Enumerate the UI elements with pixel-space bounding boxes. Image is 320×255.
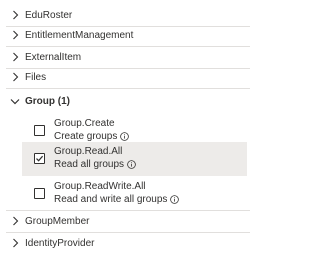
group-label: Group (1) <box>25 95 70 107</box>
info-icon[interactable] <box>120 132 130 141</box>
permission-description-wrap: Read and write all groups <box>54 194 180 205</box>
permission-description-wrap: Read all groups <box>54 159 136 170</box>
permission-checkbox[interactable] <box>34 188 45 199</box>
group-label: IdentityProvider <box>25 237 95 249</box>
chevron-right-icon <box>10 29 20 41</box>
permission-name: Group.ReadWrite.All <box>54 181 146 192</box>
permission-name: Group.Read.All <box>54 146 123 157</box>
permission-description: Create groups <box>54 131 118 142</box>
group-label: GroupMember <box>25 215 90 227</box>
permission-row-group-readwrite-all[interactable]: Group.ReadWrite.All Read and write all g… <box>22 177 247 211</box>
permission-description: Read and write all groups <box>54 194 168 205</box>
permission-checkbox[interactable] <box>34 153 45 164</box>
info-icon[interactable] <box>127 160 136 169</box>
permissions-list: EduRoster EntitlementManagement External… <box>0 0 254 255</box>
group-row-eduroster[interactable]: EduRoster <box>0 8 254 22</box>
divider <box>6 68 250 69</box>
chevron-right-icon <box>10 237 20 249</box>
group-row-entitlementmanagement[interactable]: EntitlementManagement <box>0 28 254 42</box>
permission-checkbox[interactable] <box>34 125 45 136</box>
divider <box>6 210 250 211</box>
chevron-down-icon <box>10 95 20 107</box>
group-row-files[interactable]: Files <box>0 70 254 84</box>
chevron-right-icon <box>10 215 20 227</box>
chevron-right-icon <box>10 51 20 63</box>
chevron-right-icon <box>10 71 20 83</box>
group-label: EduRoster <box>25 9 73 21</box>
group-label: Files <box>25 71 47 83</box>
permission-description-wrap: Create groups <box>54 131 130 142</box>
chevron-right-icon <box>10 9 20 21</box>
divider <box>6 88 250 89</box>
group-row-externalitem[interactable]: ExternalItem <box>0 50 254 64</box>
group-row-identityprovider[interactable]: IdentityProvider <box>0 236 254 250</box>
divider <box>6 46 250 47</box>
group-label: EntitlementManagement <box>25 29 134 41</box>
group-label: ExternalItem <box>25 51 82 63</box>
divider <box>6 232 250 233</box>
divider <box>6 26 250 27</box>
permission-description: Read all groups <box>54 159 125 170</box>
group-row-groupmember[interactable]: GroupMember <box>0 214 254 228</box>
group-row-group[interactable]: Group (1) <box>0 94 254 108</box>
info-icon[interactable] <box>170 195 180 204</box>
permission-row-group-read-all[interactable]: Group.Read.All Read all groups <box>22 142 247 176</box>
permission-name: Group.Create <box>54 118 115 129</box>
